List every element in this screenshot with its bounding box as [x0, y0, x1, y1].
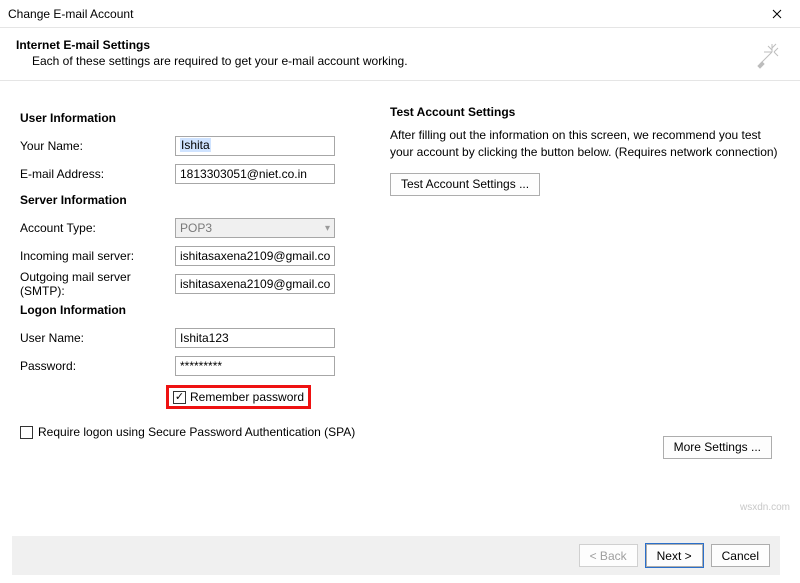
next-button[interactable]: Next > [646, 544, 703, 567]
account-type-select: POP3 ▾ [175, 218, 335, 238]
password-input[interactable] [175, 356, 335, 376]
close-icon [772, 9, 782, 19]
remember-password-highlight: ✓ Remember password [166, 385, 311, 409]
account-type-value: POP3 [180, 221, 212, 235]
test-settings-text: After filling out the information on thi… [390, 127, 780, 161]
email-address-input[interactable] [175, 164, 335, 184]
section-logon-info: Logon Information [20, 303, 370, 317]
back-button: < Back [579, 544, 638, 567]
remember-password-checkbox[interactable]: ✓ [173, 391, 186, 404]
chevron-down-icon: ▾ [325, 223, 330, 234]
password-label: Password: [20, 359, 175, 373]
your-name-input[interactable]: Ishita [180, 138, 211, 152]
test-account-button[interactable]: Test Account Settings ... [390, 173, 540, 196]
incoming-server-input[interactable] [175, 246, 335, 266]
more-settings-button[interactable]: More Settings ... [663, 436, 772, 459]
spa-checkbox[interactable] [20, 426, 33, 439]
your-name-label: Your Name: [20, 139, 175, 153]
cancel-button[interactable]: Cancel [711, 544, 770, 567]
close-button[interactable] [760, 2, 794, 26]
titlebar: Change E-mail Account [0, 0, 800, 28]
section-server-info: Server Information [20, 193, 370, 207]
header-subtitle: Each of these settings are required to g… [16, 54, 754, 68]
remember-password-label: Remember password [190, 390, 304, 404]
window-title: Change E-mail Account [8, 7, 760, 21]
incoming-server-label: Incoming mail server: [20, 249, 175, 263]
section-test-settings: Test Account Settings [390, 105, 780, 119]
account-type-label: Account Type: [20, 221, 175, 235]
section-user-info: User Information [20, 111, 370, 125]
watermark-text: wsxdn.com [740, 502, 790, 513]
cursor-star-icon [754, 38, 786, 70]
user-name-label: User Name: [20, 331, 175, 345]
dialog-header: Internet E-mail Settings Each of these s… [0, 28, 800, 81]
outgoing-server-input[interactable] [175, 274, 335, 294]
email-address-label: E-mail Address: [20, 167, 175, 181]
header-title: Internet E-mail Settings [16, 38, 754, 52]
outgoing-server-label: Outgoing mail server (SMTP): [20, 270, 175, 298]
user-name-input[interactable] [175, 328, 335, 348]
wizard-footer: < Back Next > Cancel [12, 536, 780, 575]
spa-label: Require logon using Secure Password Auth… [38, 425, 355, 439]
